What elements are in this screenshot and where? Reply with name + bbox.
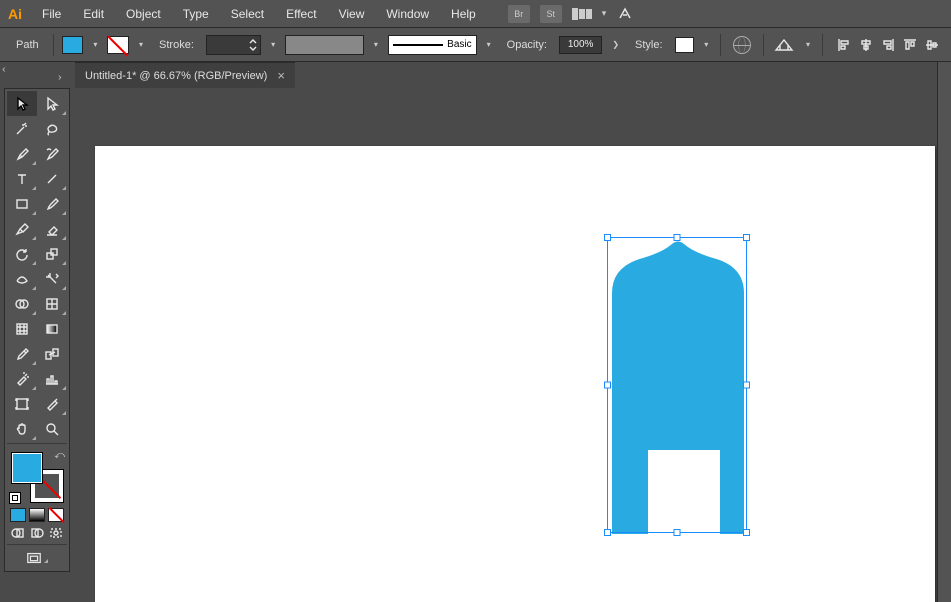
paintbrush-tool[interactable]: [37, 191, 67, 216]
canvas-area[interactable]: [75, 88, 951, 602]
tab-close-button[interactable]: ×: [277, 68, 285, 83]
align-right-icon[interactable]: [879, 36, 897, 54]
menu-select[interactable]: Select: [221, 3, 274, 25]
perspective-grid-tool[interactable]: [37, 291, 67, 316]
stroke-swatch[interactable]: [107, 36, 129, 54]
screen-mode-icon[interactable]: [26, 551, 42, 565]
gradient-tool[interactable]: [37, 316, 67, 341]
align-to-dropdown[interactable]: ▾: [802, 40, 814, 49]
width-tool[interactable]: [7, 266, 37, 291]
style-dropdown[interactable]: ▾: [700, 40, 712, 49]
hand-tool[interactable]: [7, 416, 37, 441]
color-mode-gradient[interactable]: [29, 508, 45, 522]
control-bar: Path ▾ ▾ Stroke: ▾ ▾ Basic ▾ Opacity: 10…: [0, 28, 951, 62]
stroke-width-dropdown[interactable]: ▾: [267, 40, 279, 49]
opacity-label: Opacity:: [501, 39, 553, 51]
arrange-documents-icon[interactable]: [572, 8, 594, 20]
fill-dropdown[interactable]: ▾: [89, 40, 101, 49]
document-tab-title: Untitled-1* @ 66.67% (RGB/Preview): [85, 70, 267, 82]
line-segment-tool[interactable]: [37, 166, 67, 191]
direct-selection-tool[interactable]: [37, 91, 67, 116]
brush-definition[interactable]: Basic: [388, 35, 477, 55]
panel-collapse-icon[interactable]: ‹‹: [2, 64, 16, 76]
align-top-icon[interactable]: [901, 36, 919, 54]
draw-normal-icon[interactable]: [10, 526, 26, 540]
chevron-down-icon[interactable]: ▾: [602, 8, 607, 19]
draw-inside-icon[interactable]: [48, 526, 64, 540]
scale-tool[interactable]: [37, 241, 67, 266]
recolor-artwork-icon[interactable]: [733, 36, 751, 54]
magic-wand-tool[interactable]: [7, 116, 37, 141]
color-mode-solid[interactable]: [10, 508, 26, 522]
menu-effect[interactable]: Effect: [276, 3, 326, 25]
draw-mode-row: [7, 524, 67, 542]
type-tool[interactable]: [7, 166, 37, 191]
fill-stroke-control[interactable]: ⤺: [7, 450, 67, 504]
stroke-width-input[interactable]: [206, 35, 261, 55]
document-tab-bar: Untitled-1* @ 66.67% (RGB/Preview) ×: [75, 62, 295, 88]
brush-label: Basic: [447, 39, 471, 50]
free-transform-tool[interactable]: [37, 266, 67, 291]
artboard-tool[interactable]: [7, 391, 37, 416]
document-tab[interactable]: Untitled-1* @ 66.67% (RGB/Preview) ×: [75, 62, 295, 88]
column-graph-tool[interactable]: [37, 366, 67, 391]
color-mode-row: [7, 506, 67, 524]
selected-shape[interactable]: [608, 238, 748, 534]
slice-tool[interactable]: [37, 391, 67, 416]
swap-fill-stroke-icon[interactable]: ⤺: [54, 450, 65, 461]
menu-type[interactable]: Type: [173, 3, 219, 25]
menu-help[interactable]: Help: [441, 3, 486, 25]
graphic-style-swatch[interactable]: [675, 37, 695, 53]
pen-tool[interactable]: [7, 141, 37, 166]
selection-type-label: Path: [10, 39, 45, 51]
app-logo: Ai: [6, 5, 24, 23]
opacity-input[interactable]: 100%: [559, 36, 602, 54]
shape-builder-tool[interactable]: [7, 291, 37, 316]
tools-collapse-icon[interactable]: ››: [58, 72, 72, 84]
stroke-dropdown[interactable]: ▾: [135, 40, 147, 49]
lasso-tool[interactable]: [37, 116, 67, 141]
right-panel-collapsed[interactable]: [937, 62, 951, 602]
default-fill-stroke-icon[interactable]: [9, 492, 21, 504]
blend-tool[interactable]: [37, 341, 67, 366]
opacity-dropdown[interactable]: ❯: [608, 40, 623, 49]
menu-file[interactable]: File: [32, 3, 71, 25]
stock-icon[interactable]: St: [540, 5, 562, 23]
menu-edit[interactable]: Edit: [73, 3, 114, 25]
align-hcenter-icon[interactable]: [857, 36, 875, 54]
eyedropper-tool[interactable]: [7, 341, 37, 366]
align-vcenter-icon[interactable]: [923, 36, 941, 54]
bridge-icon[interactable]: Br: [508, 5, 530, 23]
rotate-tool[interactable]: [7, 241, 37, 266]
align-to-icon[interactable]: [774, 38, 794, 52]
artboard[interactable]: [95, 146, 935, 602]
menu-view[interactable]: View: [329, 3, 375, 25]
color-mode-none[interactable]: [48, 508, 64, 522]
menu-window[interactable]: Window: [376, 3, 439, 25]
rectangle-tool[interactable]: [7, 191, 37, 216]
tools-panel: ⤺: [4, 88, 70, 572]
zoom-tool[interactable]: [37, 416, 67, 441]
eraser-tool[interactable]: [37, 216, 67, 241]
menu-bar: Ai File Edit Object Type Select Effect V…: [0, 0, 951, 28]
stroke-label: Stroke:: [153, 39, 200, 51]
profile-dropdown[interactable]: ▾: [370, 40, 382, 49]
selection-tool[interactable]: [7, 91, 37, 116]
fill-swatch[interactable]: [62, 36, 84, 54]
gpu-preview-icon[interactable]: [616, 5, 634, 23]
fill-color-box[interactable]: [11, 452, 43, 484]
mesh-tool[interactable]: [7, 316, 37, 341]
style-label: Style:: [629, 39, 669, 51]
symbol-sprayer-tool[interactable]: [7, 366, 37, 391]
brush-dropdown[interactable]: ▾: [483, 40, 495, 49]
menu-object[interactable]: Object: [116, 3, 171, 25]
shaper-tool[interactable]: [7, 216, 37, 241]
align-buttons: [835, 36, 941, 54]
variable-width-profile[interactable]: [285, 35, 364, 55]
curvature-tool[interactable]: [37, 141, 67, 166]
draw-behind-icon[interactable]: [29, 526, 45, 540]
align-left-icon[interactable]: [835, 36, 853, 54]
